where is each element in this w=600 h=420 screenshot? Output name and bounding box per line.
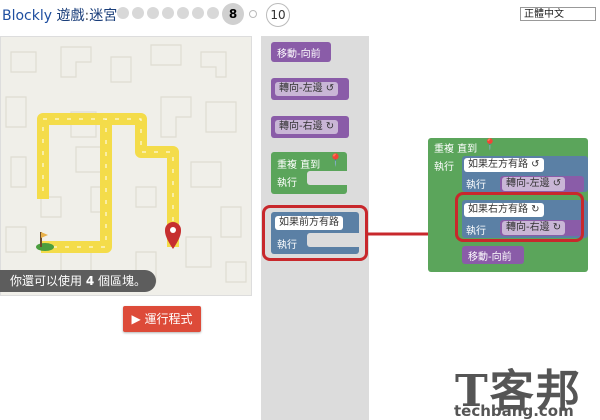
language-select[interactable]: 正體中文	[520, 7, 596, 21]
move-forward-block[interactable]: 移動-向前	[462, 246, 524, 264]
block-label: 移動-向前	[277, 49, 321, 60]
level-dot-6[interactable]	[192, 7, 204, 19]
page-title: Blockly 遊戲:迷宮	[2, 5, 117, 25]
capacity-number: 4	[85, 274, 95, 288]
level-current[interactable]: 8	[222, 3, 244, 25]
watermark-url: techbang.com	[454, 402, 574, 420]
block-capacity-label: 你還可以使用 4 個區塊。	[0, 270, 157, 292]
toolbox-move-forward-block[interactable]: 移動-向前	[271, 42, 331, 62]
run-program-label: 運行程式	[144, 312, 193, 326]
if-path-left-dropdown[interactable]: 如果左方有路 ↺	[464, 158, 544, 172]
capacity-suffix: 個區塊。	[94, 274, 147, 288]
highlight-box-toolbox	[262, 205, 368, 261]
goal-marker-icon: 📍	[483, 138, 497, 151]
turn-right-dropdown[interactable]: 轉向-右邊 ↻	[275, 120, 339, 134]
game-label: 遊戲	[56, 8, 85, 24]
level-dot-1[interactable]	[117, 7, 129, 19]
maze-canvas	[5, 44, 247, 283]
level-dot-7[interactable]	[207, 7, 219, 19]
repeat-until-label: 重複 直到	[277, 160, 321, 171]
level-dot-3[interactable]	[147, 7, 159, 19]
highlight-box-workspace	[455, 192, 584, 242]
repeat-until-label: 重複 直到	[434, 144, 478, 155]
maze-path	[37, 113, 179, 253]
turn-left-dropdown[interactable]: 轉向-左邊 ↺	[502, 177, 566, 191]
toolbox-turn-right-block[interactable]: 轉向-右邊 ↻	[271, 116, 349, 138]
play-icon: ▶	[131, 312, 141, 326]
app-name[interactable]: Blockly	[2, 8, 52, 24]
turn-left-block[interactable]: 轉向-左邊 ↺	[500, 176, 584, 192]
block-label: 移動-向前	[468, 252, 512, 263]
statement-slot	[307, 171, 347, 185]
run-program-button[interactable]: ▶ 運行程式	[123, 306, 201, 332]
level-dot-9[interactable]	[249, 10, 257, 18]
do-label: 執行	[466, 180, 486, 191]
toolbox-repeat-until-block[interactable]: 重複 直到 📍 執行	[271, 152, 347, 194]
do-label: 執行	[434, 162, 454, 173]
level-last[interactable]: 10	[266, 3, 290, 27]
do-label: 執行	[277, 178, 297, 189]
toolbox-turn-left-block[interactable]: 轉向-左邊 ↺	[271, 78, 349, 100]
maze-board	[0, 36, 252, 296]
capacity-prefix: 你還可以使用	[10, 274, 86, 288]
game-name: 迷宮	[89, 8, 118, 24]
level-dot-5[interactable]	[177, 7, 189, 19]
level-dot-4[interactable]	[162, 7, 174, 19]
goal-marker-icon: 📍	[328, 153, 343, 167]
turn-left-dropdown[interactable]: 轉向-左邊 ↺	[275, 82, 339, 96]
level-dot-2[interactable]	[132, 7, 144, 19]
